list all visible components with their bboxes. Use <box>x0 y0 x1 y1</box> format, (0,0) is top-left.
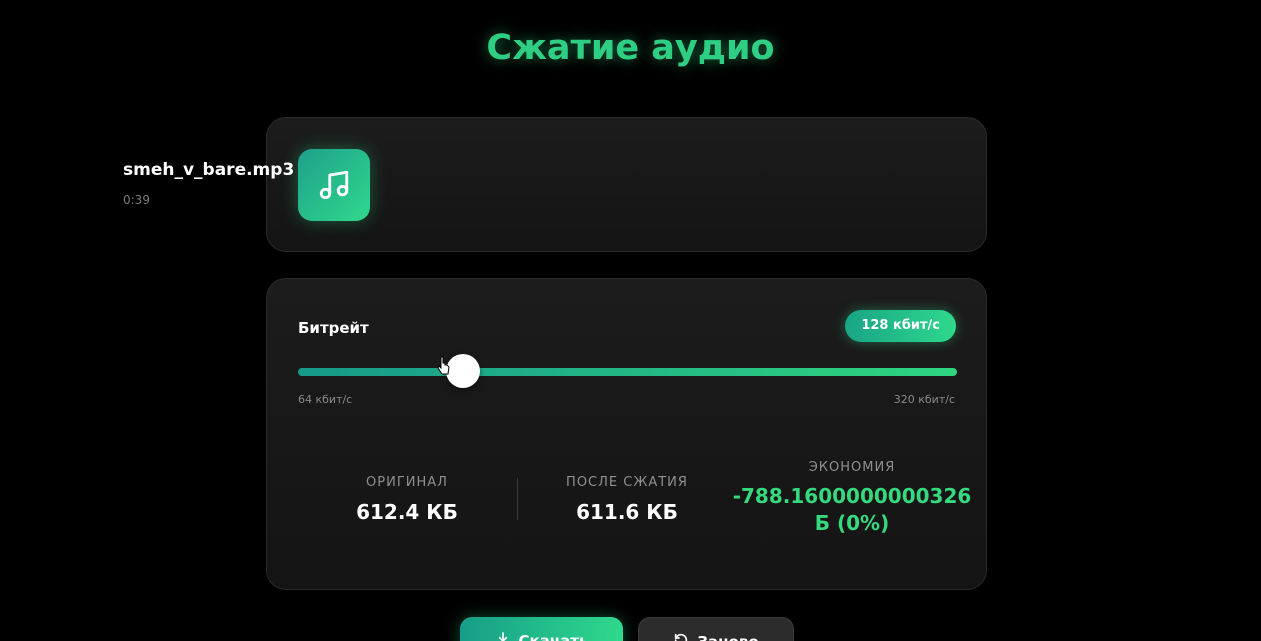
stat-after-label: ПОСЛЕ СЖАТИЯ <box>566 475 688 490</box>
stat-original-label: ОРИГИНАЛ <box>366 475 448 490</box>
bitrate-value-badge: 128 кбит/с <box>845 310 956 342</box>
music-note-icon <box>298 149 370 221</box>
stat-original: ОРИГИНАЛ 612.4 КБ <box>327 475 487 524</box>
file-name: smeh_v_bare.mp3 <box>123 160 295 180</box>
stat-after-compression: ПОСЛЕ СЖАТИЯ 611.6 КБ <box>547 475 707 524</box>
refresh-icon <box>673 619 689 641</box>
stat-original-value: 612.4 КБ <box>356 500 458 524</box>
bitrate-label: Битрейт <box>298 319 369 337</box>
stat-after-value: 611.6 КБ <box>576 500 678 524</box>
bitrate-max-label: 320 кбит/с <box>893 393 955 406</box>
stat-savings: ЭКОНОМИЯ -788.1600000000326 Б (0%) <box>732 460 972 537</box>
compression-settings-card: Битрейт 128 кбит/с 64 кбит/с 320 кбит/с … <box>266 278 987 590</box>
download-button[interactable]: Скачать <box>460 617 623 641</box>
stat-savings-label: ЭКОНОМИЯ <box>808 460 896 475</box>
mouse-pointer-icon <box>437 356 450 375</box>
restart-button-label: Заново <box>697 633 758 641</box>
stat-savings-value: -788.1600000000326 Б (0%) <box>732 484 972 535</box>
page-title: Сжатие аудио <box>486 28 775 68</box>
restart-button[interactable]: Заново <box>638 617 794 641</box>
bitrate-slider-track[interactable] <box>298 368 957 376</box>
app-page: Сжатие аудио smeh_v_bare.mp3 0:39 Битрей… <box>0 0 1261 641</box>
download-button-label: Скачать <box>518 632 589 641</box>
file-duration: 0:39 <box>123 193 150 207</box>
download-icon <box>495 618 511 641</box>
bitrate-min-label: 64 кбит/с <box>298 393 353 406</box>
stat-divider <box>517 478 518 520</box>
file-card <box>266 117 987 252</box>
